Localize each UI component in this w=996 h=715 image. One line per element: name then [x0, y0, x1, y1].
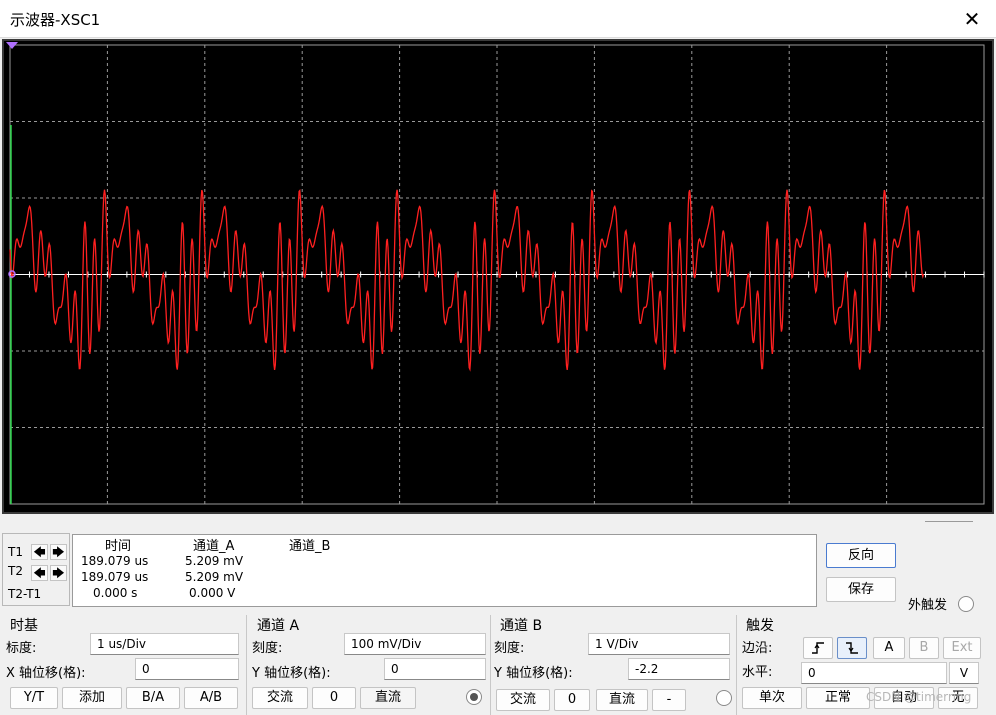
trigger-normal-button[interactable]: 正常 — [806, 687, 870, 709]
t2t1-time: 0.000 s — [93, 586, 138, 600]
channel-a-ac-button[interactable]: 交流 — [252, 687, 308, 709]
scope-center-axis — [9, 271, 985, 278]
window-title: 示波器-XSC1 — [10, 11, 101, 29]
channel-b-minus-button[interactable]: - — [652, 689, 686, 711]
t2-channel-a: 5.209 mV — [185, 570, 244, 584]
trigger-single-button[interactable]: 单次 — [742, 687, 802, 709]
reverse-button[interactable]: 反向 — [826, 543, 896, 568]
timebase-xpos-field[interactable]: 0 — [135, 658, 239, 680]
t1-right-arrow-icon[interactable]: 🡆 — [50, 544, 67, 560]
title-bar: 示波器-XSC1 ✕ — [0, 0, 996, 38]
t2-time: 189.079 us — [81, 570, 149, 584]
divider — [490, 615, 491, 715]
trigger-level-unit[interactable]: V — [949, 662, 979, 684]
channel-b-scale-field[interactable]: 1 V/Div — [588, 633, 730, 655]
channel-b-terminal[interactable] — [716, 690, 732, 706]
channel-b-scale-label: 刻度: — [494, 641, 525, 656]
t1-label: T1 — [8, 545, 23, 559]
trigger-level-label: 水平: — [742, 665, 773, 680]
channel-a-scale-label: 刻度: — [252, 641, 283, 656]
divider — [736, 615, 737, 715]
channel-a-zero-button[interactable]: 0 — [312, 687, 356, 709]
channel-b-title: 通道 B — [500, 618, 543, 634]
channel-b-dc-button[interactable]: 直流 — [596, 689, 648, 711]
timebase-title: 时基 — [10, 618, 38, 634]
close-icon[interactable]: ✕ — [958, 5, 986, 33]
channel-a-trace — [9, 189, 925, 372]
trigger-title: 触发 — [746, 618, 774, 634]
col-time-header: 时间 — [105, 539, 132, 554]
t1-left-arrow-icon[interactable]: 🡄 — [31, 544, 48, 560]
channel-b-ypos-label: Y 轴位移(格): — [494, 666, 573, 681]
trigger-edge-label: 边沿: — [742, 641, 773, 656]
col-channel-a-header: 通道_A — [193, 539, 235, 554]
trigger-source-b-button[interactable]: B — [909, 637, 939, 659]
ext-trigger-label: 外触发 — [908, 598, 948, 613]
channel-a-terminal[interactable] — [466, 689, 482, 705]
channel-a-ypos-label: Y 轴位移(格): — [252, 666, 331, 681]
t2-left-arrow-icon[interactable]: 🡄 — [31, 565, 48, 581]
ab-mode-button[interactable]: A/B — [184, 687, 238, 709]
trigger-source-ext-button[interactable]: Ext — [943, 637, 981, 659]
t2-right-arrow-icon[interactable]: 🡆 — [50, 565, 67, 581]
divider — [246, 615, 247, 715]
channel-a-title: 通道 A — [257, 618, 300, 634]
trigger-source-a-button[interactable]: A — [873, 637, 905, 659]
watermark-text: CSDN @timerring — [866, 690, 972, 704]
ba-mode-button[interactable]: B/A — [126, 687, 180, 709]
t2-label: T2 — [8, 564, 23, 578]
t1-time: 189.079 us — [81, 554, 149, 568]
channel-a-dc-button[interactable]: 直流 — [360, 687, 416, 709]
timebase-scale-field[interactable]: 1 us/Div — [90, 633, 239, 655]
t2t1-channel-a: 0.000 V — [189, 586, 236, 600]
add-mode-button[interactable]: 添加 — [62, 687, 122, 709]
yt-mode-button[interactable]: Y/T — [10, 687, 58, 709]
save-button[interactable]: 保存 — [826, 577, 896, 602]
col-channel-b-header: 通道_B — [289, 539, 331, 554]
channel-a-ypos-field[interactable]: 0 — [384, 658, 486, 680]
cursor-readout-table: 时间 通道_A 通道_B 189.079 us 5.209 mV 189.079… — [72, 534, 817, 607]
timebase-scale-label: 标度: — [6, 641, 37, 656]
falling-edge-icon[interactable] — [837, 637, 867, 659]
rising-edge-icon[interactable] — [803, 637, 833, 659]
channel-b-ac-button[interactable]: 交流 — [496, 689, 550, 711]
channel-a-scale-field[interactable]: 100 mV/Div — [344, 633, 486, 655]
resize-handle[interactable] — [925, 521, 973, 522]
channel-b-zero-button[interactable]: 0 — [554, 689, 590, 711]
channel-b-ypos-field[interactable]: -2.2 — [628, 658, 730, 680]
timebase-xpos-label: X 轴位移(格): — [6, 666, 86, 681]
ext-trigger-terminal[interactable] — [958, 596, 974, 612]
t1-channel-a: 5.209 mV — [185, 554, 244, 568]
t2t1-label: T2-T1 — [8, 587, 42, 601]
trigger-level-field[interactable]: 0 — [801, 662, 947, 684]
scope-screen — [6, 42, 985, 505]
